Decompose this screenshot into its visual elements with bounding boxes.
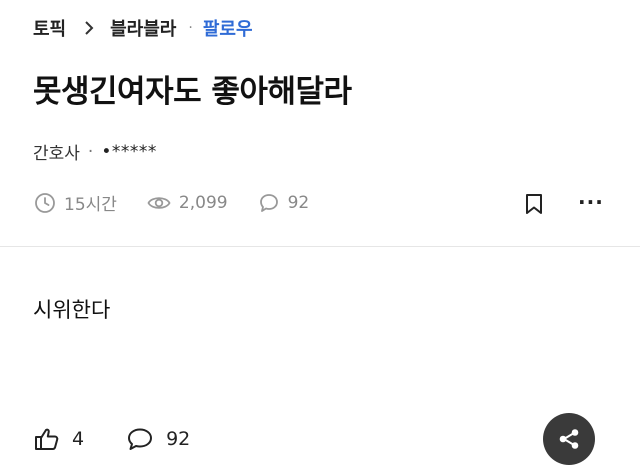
eye-icon bbox=[147, 196, 171, 209]
breadcrumb-separator: · bbox=[188, 20, 193, 36]
follow-button[interactable]: 팔로우 bbox=[203, 15, 253, 41]
share-button[interactable] bbox=[543, 413, 595, 465]
more-options-button[interactable]: ··· bbox=[578, 190, 604, 214]
comment-icon bbox=[259, 193, 278, 212]
chevron-right-icon bbox=[84, 20, 94, 36]
author-line: 간호사 · •***** bbox=[33, 139, 157, 165]
views-stat: 2,099 bbox=[147, 192, 228, 214]
comments-count: 92 bbox=[287, 192, 310, 213]
post-title: 못생긴여자도 좋아해달라 bbox=[33, 74, 352, 110]
breadcrumb-board[interactable]: 블라블라 bbox=[110, 15, 176, 41]
clock-icon bbox=[35, 192, 55, 213]
bookmark-icon bbox=[526, 194, 542, 214]
author-job[interactable]: 간호사 bbox=[33, 139, 80, 164]
likes-count: 4 bbox=[72, 428, 85, 450]
comment-icon bbox=[128, 428, 153, 450]
comments-stat: 92 bbox=[258, 192, 310, 214]
breadcrumb-topic[interactable]: 토픽 bbox=[33, 15, 66, 41]
comments-count-bottom: 92 bbox=[166, 428, 191, 450]
like-button[interactable]: 4 bbox=[34, 427, 84, 451]
thumbs-up-icon bbox=[35, 428, 59, 450]
author-company: •***** bbox=[101, 141, 157, 162]
bottom-bar: 4 92 bbox=[34, 427, 232, 451]
bookmark-button[interactable] bbox=[524, 193, 544, 219]
author-separator: · bbox=[87, 141, 94, 162]
comment-button[interactable]: 92 bbox=[126, 427, 190, 451]
post-body: 시위한다 bbox=[33, 298, 111, 322]
time-label: 15시간 bbox=[64, 195, 117, 215]
share-icon bbox=[559, 429, 579, 449]
time-stat: 15시간 bbox=[34, 190, 117, 215]
views-count: 2,099 bbox=[178, 192, 228, 213]
post-stats: 15시간 2,099 92 bbox=[34, 190, 339, 215]
breadcrumb: 토픽 블라블라 · 팔로우 bbox=[33, 15, 253, 41]
divider bbox=[0, 246, 640, 247]
